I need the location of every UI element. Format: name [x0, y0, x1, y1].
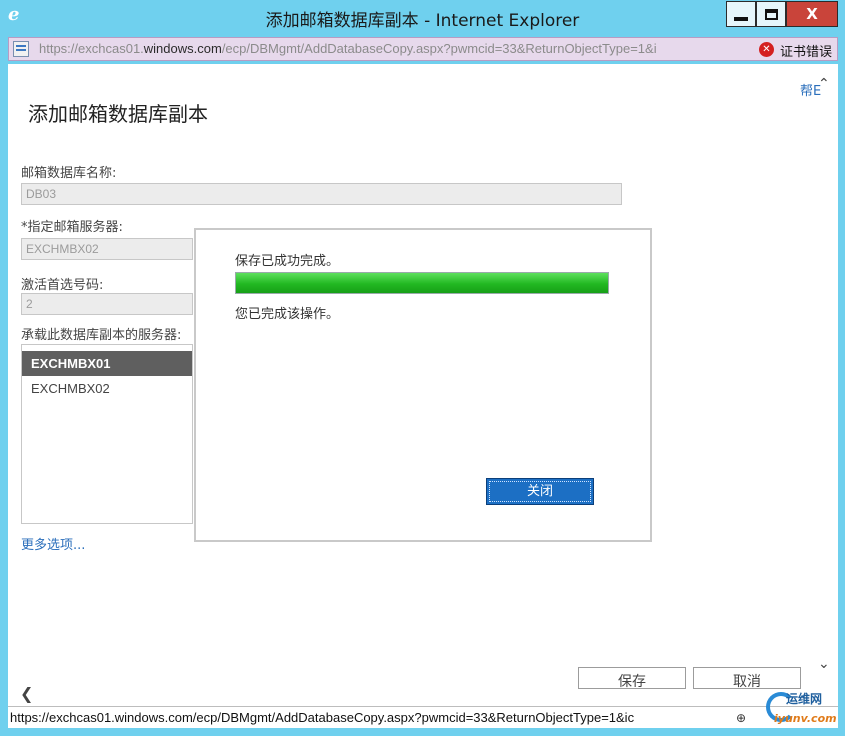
dialog-close-button[interactable]: 关闭 — [486, 478, 594, 505]
page-content: 帮E ⌃ 添加邮箱数据库副本 邮箱数据库名称: DB03 *指定邮箱服务器: E… — [8, 64, 838, 706]
list-item[interactable]: EXCHMBX01 — [22, 351, 192, 376]
ie-window: e 添加邮箱数据库副本 - Internet Explorer X https:… — [0, 0, 845, 736]
page-icon — [13, 41, 29, 57]
watermark-cn: 运维网 — [786, 692, 823, 706]
activation-field[interactable]: 2 — [21, 293, 193, 315]
activation-label: 激活首选号码: — [21, 278, 104, 293]
minimize-icon — [734, 17, 748, 21]
scroll-left-icon[interactable]: ❮ — [20, 684, 33, 703]
more-options-link[interactable]: 更多选项... — [21, 534, 85, 553]
progress-fill — [236, 273, 608, 293]
page-title: 添加邮箱数据库副本 — [28, 102, 208, 126]
watermark-en: iyunv.com — [774, 712, 837, 725]
status-bar: https://exchcas01.windows.com/ecp/DBMgmt… — [8, 706, 838, 728]
server-label: *指定邮箱服务器: — [21, 220, 123, 235]
cancel-button[interactable]: 取消 — [693, 667, 801, 689]
progress-bar — [235, 272, 609, 294]
watermark-logo: 运维网 iyunv.com — [766, 690, 842, 734]
save-button[interactable]: 保存 — [578, 667, 686, 689]
status-url: https://exchcas01.windows.com/ecp/DBMgmt… — [10, 710, 635, 725]
servers-list-label: 承载此数据库副本的服务器: — [21, 328, 182, 343]
title-bar[interactable]: e 添加邮箱数据库副本 - Internet Explorer X — [0, 0, 845, 34]
dialog-message: 保存已成功完成。 — [235, 254, 340, 269]
list-item[interactable]: EXCHMBX02 — [22, 376, 192, 401]
servers-list[interactable]: EXCHMBX01 EXCHMBX02 — [21, 344, 193, 524]
server-field[interactable]: EXCHMBX02 — [21, 238, 193, 260]
address-url[interactable]: https://exchcas01.windows.com/ecp/DBMgmt… — [39, 41, 757, 56]
cert-error-icon[interactable]: ✕ — [759, 42, 774, 57]
minimize-button[interactable] — [726, 1, 756, 27]
scroll-down-icon[interactable]: ⌄ — [818, 656, 830, 672]
db-name-field: DB03 — [21, 183, 622, 205]
dialog-sub-message: 您已完成该操作。 — [235, 307, 340, 322]
completion-dialog: 保存已成功完成。 您已完成该操作。 关闭 — [194, 228, 652, 542]
cert-error-label[interactable]: 证书错误 — [780, 41, 832, 60]
db-name-label: 邮箱数据库名称: — [21, 166, 117, 181]
window-title: 添加邮箱数据库副本 - Internet Explorer — [265, 11, 580, 31]
zone-icon: ⊕ — [736, 711, 747, 725]
maximize-icon — [764, 8, 778, 20]
address-bar[interactable]: https://exchcas01.windows.com/ecp/DBMgmt… — [8, 37, 838, 61]
maximize-button[interactable] — [756, 1, 786, 27]
scroll-up-icon[interactable]: ⌃ — [818, 76, 830, 92]
close-window-button[interactable]: X — [786, 1, 838, 27]
